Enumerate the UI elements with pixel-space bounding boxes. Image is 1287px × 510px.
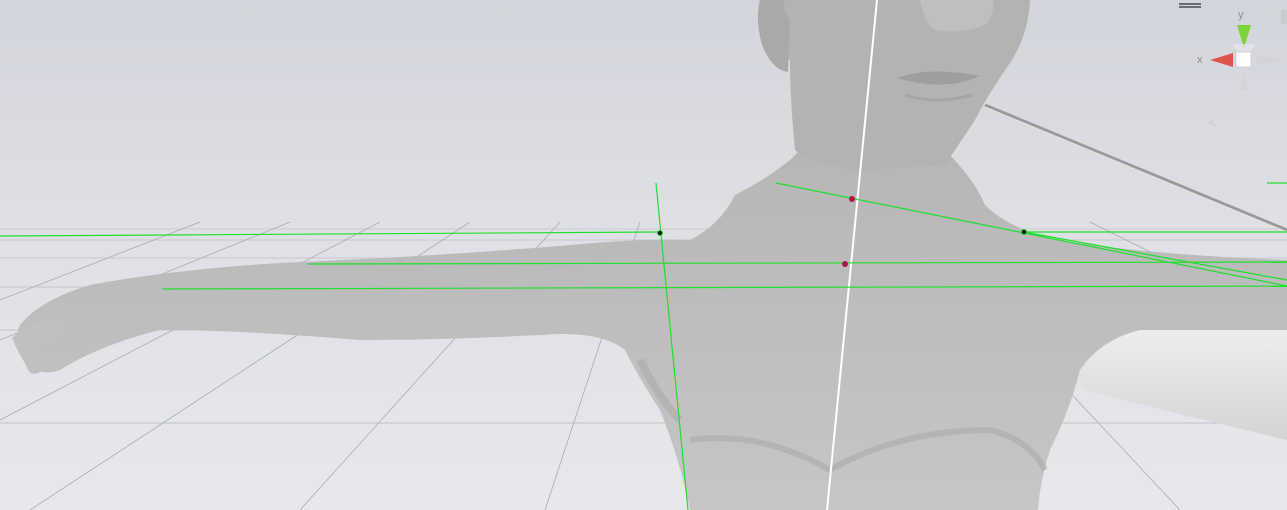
scene-viewport[interactable]: y x < xyxy=(0,0,1287,510)
perspective-arrow-icon: < xyxy=(1208,114,1217,130)
joint-marker-chest[interactable] xyxy=(842,261,848,267)
joint-marker-neck[interactable] xyxy=(849,196,855,202)
gizmo-center-cube-icon xyxy=(1235,51,1252,68)
joint-marker-right-shoulder[interactable] xyxy=(1021,228,1028,235)
perspective-toggle[interactable]: < xyxy=(1208,112,1264,132)
gizmo-x-label: x xyxy=(1197,54,1203,66)
gizmo-y-label: y xyxy=(1238,9,1244,21)
hamburger-menu-icon[interactable] xyxy=(1179,2,1201,12)
joint-marker-left-shoulder[interactable] xyxy=(657,229,664,236)
scene-canvas[interactable]: y x xyxy=(0,0,1287,510)
viewport-edge-tab xyxy=(1281,10,1287,24)
